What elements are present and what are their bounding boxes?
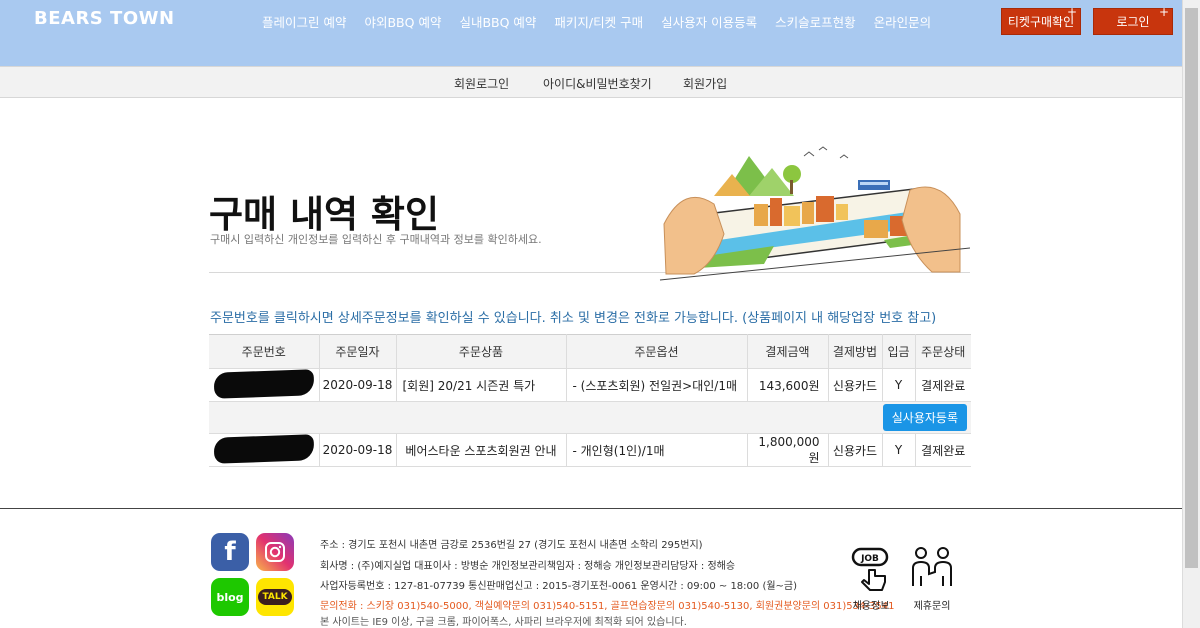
page-subtitle: 구매시 입력하신 개인정보를 입력하신 후 구매내역과 정보를 확인하세요.	[210, 233, 542, 246]
footer-company-info: 회사명 : (주)예지실업 대표이사 : 방병순 개인정보관리책임자 : 정해승…	[320, 561, 736, 572]
col-order-number: 주문번호	[209, 334, 320, 369]
order-status-cell: 결제완료	[915, 368, 971, 402]
login-button[interactable]: 로그인 +	[1093, 5, 1173, 35]
table-action-row: 실사용자등록	[209, 401, 971, 434]
order-status-cell: 결제완료	[915, 433, 971, 467]
col-deposit: 입금	[882, 334, 916, 369]
site-logo[interactable]: BEARS TOWN	[34, 8, 175, 29]
order-product-cell: 베어스타운 스포츠회원권 안내	[396, 433, 567, 467]
footer-browser-notice: 본 사이트는 IE9 이상, 구글 크롬, 파이어폭스, 사파리 브라우저에 최…	[320, 617, 687, 628]
col-order-product: 주문상품	[396, 334, 567, 369]
table-row: 2020-09-18 베어스타운 스포츠회원권 안내 - 개인형(1인)/1매 …	[209, 433, 971, 467]
deposit-cell: Y	[882, 368, 916, 402]
menu-actual-user-registration[interactable]: 실사용자 이용등록	[661, 12, 757, 31]
col-payment-amount: 결제금액	[747, 334, 829, 369]
job-icon-text: JOB	[860, 554, 879, 564]
member-subnav: 회원로그인 아이디&비밀번호찾기 회원가입	[0, 66, 1182, 98]
partnership-people-icon	[912, 547, 952, 586]
payment-amount-cell: 143,600원	[747, 368, 829, 402]
col-payment-method: 결제방법	[828, 334, 883, 369]
instagram-glyph	[265, 542, 285, 562]
jobs-label: 채용정보	[852, 601, 890, 612]
page-title: 구매 내역 확인	[209, 193, 440, 236]
vertical-scrollbar[interactable]	[1182, 0, 1200, 628]
order-number-cell[interactable]	[209, 433, 320, 467]
action-cell: 실사용자등록	[209, 401, 971, 434]
footer-contact-phones: 문의전화 : 스키장 031)540-5000, 객실예약문의 031)540-…	[320, 601, 895, 612]
redacted-order-number	[213, 368, 315, 399]
job-hand-icon: JOB	[851, 547, 889, 591]
partnership-link[interactable]: 제휴문의	[908, 546, 956, 612]
order-number-cell[interactable]	[209, 368, 320, 402]
subnav-sign-up[interactable]: 회원가입	[683, 75, 727, 92]
redacted-order-number	[213, 433, 315, 464]
ticket-purchase-check-label: 티켓구매확인	[1007, 15, 1075, 29]
plus-icon: +	[1158, 5, 1169, 19]
partnership-label: 제휴문의	[913, 601, 951, 612]
jobs-link[interactable]: JOB 채용정보	[847, 546, 895, 612]
subnav-find-id-password[interactable]: 아이디&비밀번호찾기	[543, 75, 652, 92]
instagram-icon[interactable]	[256, 533, 294, 571]
table-header-row: 주문번호 주문일자 주문상품 주문옵션 결제금액 결제방법 입금 주문상태	[209, 334, 971, 369]
login-label: 로그인	[1116, 15, 1150, 29]
order-history-table: 주문번호 주문일자 주문상품 주문옵션 결제금액 결제방법 입금 주문상태 20…	[209, 334, 971, 467]
order-option-cell: - 개인형(1인)/1매	[566, 433, 748, 467]
ticket-purchase-check-button[interactable]: 티켓구매확인 +	[1001, 5, 1081, 35]
register-actual-user-button[interactable]: 실사용자등록	[882, 404, 967, 431]
col-order-date: 주문일자	[319, 334, 397, 369]
kakaotalk-icon[interactable]: TALK	[256, 578, 294, 616]
order-product-cell: [회원] 20/21 시즌권 특가	[396, 368, 567, 402]
table-row: 2020-09-18 [회원] 20/21 시즌권 특가 - (스포츠회원) 전…	[209, 368, 971, 402]
menu-indoor-bbq-booking[interactable]: 실내BBQ 예약	[459, 12, 536, 31]
menu-ski-slope-status[interactable]: 스키슬로프현황	[775, 12, 856, 31]
col-order-status: 주문상태	[915, 334, 971, 369]
payment-method-cell: 신용카드	[828, 368, 883, 402]
order-notice: 주문번호를 클릭하시면 상세주문정보를 확인하실 수 있습니다. 취소 및 변경…	[210, 311, 937, 326]
footer-address: 주소 : 경기도 포천시 내촌면 금강로 2536번길 27 (경기도 포천시 …	[320, 540, 703, 551]
top-navigation-bar: BEARS TOWN 플레이그린 예약 야외BBQ 예약 실내BBQ 예약 패키…	[0, 0, 1182, 66]
menu-package-ticket-purchase[interactable]: 패키지/티켓 구매	[554, 12, 643, 31]
facebook-icon[interactable]: f	[211, 533, 249, 571]
menu-online-inquiry[interactable]: 온라인문의	[874, 12, 932, 31]
footer-business-info: 사업자등록번호 : 127-81-07739 통신판매업신고 : 2015-경기…	[320, 581, 798, 592]
blog-icon[interactable]: blog	[211, 578, 249, 616]
plus-icon: +	[1066, 5, 1077, 19]
order-date-cell: 2020-09-18	[319, 368, 397, 402]
menu-playgreen-booking[interactable]: 플레이그린 예약	[262, 12, 346, 31]
col-order-option: 주문옵션	[566, 334, 748, 369]
kakaotalk-label: TALK	[258, 589, 292, 605]
order-date-cell: 2020-09-18	[319, 433, 397, 467]
deposit-cell: Y	[882, 433, 916, 467]
footer-divider	[0, 508, 1182, 509]
main-menu: 플레이그린 예약 야외BBQ 예약 실내BBQ 예약 패키지/티켓 구매 실사용…	[262, 12, 949, 31]
payment-method-cell: 신용카드	[828, 433, 883, 467]
scrollbar-thumb[interactable]	[1185, 8, 1198, 568]
hero-illustration	[659, 146, 970, 281]
order-option-cell: - (스포츠회원) 전일권>대인/1매	[566, 368, 748, 402]
subnav-member-login[interactable]: 회원로그인	[454, 75, 509, 92]
payment-amount-cell: 1,800,000원	[747, 433, 829, 467]
menu-outdoor-bbq-booking[interactable]: 야외BBQ 예약	[364, 12, 441, 31]
